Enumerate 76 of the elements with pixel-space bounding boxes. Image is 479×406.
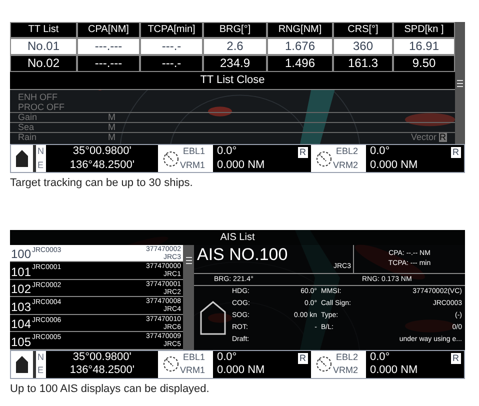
menu-icon[interactable] xyxy=(186,256,192,264)
scrollbar[interactable] xyxy=(183,244,194,350)
ebl-label: EBL2 xyxy=(336,147,358,156)
menu-icon[interactable] xyxy=(457,80,463,86)
table-cell: No.02 xyxy=(10,55,77,72)
table-cell: 234.9 xyxy=(203,55,267,72)
vrm-label: VRM2 xyxy=(333,366,358,376)
column-header: RNG[NM] xyxy=(267,22,333,38)
ebl-label: EBL2 xyxy=(336,352,358,362)
lat-label: N xyxy=(37,147,45,156)
close-button[interactable]: TT List Close xyxy=(10,72,455,90)
column-header: TCPA[min] xyxy=(140,22,203,38)
dial-icon xyxy=(316,150,332,166)
table-cell: 16.91 xyxy=(393,38,455,55)
mode-indicator[interactable]: R xyxy=(298,352,308,364)
mode-indicator[interactable]: R xyxy=(450,352,461,364)
scrollbar[interactable] xyxy=(455,22,465,144)
radar-label: ENH OFF xyxy=(18,92,58,102)
vector-label: Vector xyxy=(410,133,436,142)
dial-icon xyxy=(163,150,179,166)
item-number: 101 xyxy=(10,266,32,278)
item-number: 105 xyxy=(10,336,32,348)
column-header: CPA[NM] xyxy=(77,22,140,38)
table-cell: ---.--- xyxy=(77,38,140,55)
table-cell: 1.676 xyxy=(267,38,333,55)
panel-title: AIS List xyxy=(10,230,465,244)
item-number: 102 xyxy=(10,283,32,296)
mode-label: M xyxy=(108,133,116,142)
ship-icon xyxy=(16,356,28,372)
column-header: BRG[°] xyxy=(203,22,267,38)
ship-icon xyxy=(16,150,28,167)
item-number: 104 xyxy=(10,318,32,331)
ais-title: AIS NO.100 xyxy=(197,244,288,264)
table-cell: 161.3 xyxy=(333,55,393,72)
lon-label: E xyxy=(37,160,44,170)
item-number: 103 xyxy=(10,300,32,314)
mode-label: M xyxy=(108,123,116,132)
table-cell: 2.6 xyxy=(203,38,267,55)
position-display: 35°00.9800' 136°48.2500' xyxy=(46,350,158,378)
lat-label: N xyxy=(37,352,45,362)
ebl-vrm-display: 0.0° 0.000 NM R xyxy=(213,350,311,378)
ebl-label: EBL1 xyxy=(182,352,206,362)
table-cell: 9.50 xyxy=(393,55,455,72)
ship-icon xyxy=(200,300,226,334)
column-header: SPD[kn ] xyxy=(393,22,455,38)
mode-indicator[interactable]: R xyxy=(450,147,461,158)
caption: Target tracking can be up to 30 ships. xyxy=(10,176,194,191)
vrm-label: VRM1 xyxy=(180,366,206,376)
vrm-label: VRM1 xyxy=(180,160,206,170)
caption: Up to 100 AIS displays can be displayed. xyxy=(10,382,210,396)
ebl-vrm-display: 0.0° 0.000 NM R xyxy=(366,145,464,172)
table-cell: 1.496 xyxy=(267,55,333,72)
radar-label: Rain xyxy=(18,133,38,142)
ebl-vrm-display: 0.0° 0.000 NM R xyxy=(213,145,311,172)
mode-indicator[interactable]: R xyxy=(298,147,308,158)
vrm-label: VRM2 xyxy=(333,160,358,170)
item-number: 100 xyxy=(10,248,32,261)
table-row[interactable]: No.01 ---.--- ---.- 2.6 1.676 360 16.91 xyxy=(10,38,455,55)
dial-icon xyxy=(316,356,332,372)
position-display: 35°00.9800' 136°48.2500' xyxy=(46,145,158,172)
table-row[interactable]: No.02 ---.--- ---.- 234.9 1.496 161.3 9.50 xyxy=(10,55,455,72)
table-cell: ---.- xyxy=(140,38,203,55)
radar-label: PROC OFF xyxy=(18,102,66,112)
lon-label: E xyxy=(37,366,44,376)
dial-icon xyxy=(163,356,179,372)
column-header: CRS[°] xyxy=(333,22,393,38)
ebl-vrm-display: 0.0° 0.000 NM R xyxy=(366,350,464,378)
table-cell: 360 xyxy=(333,38,393,55)
column-header: TT List xyxy=(10,22,77,38)
table-cell: No.01 xyxy=(10,38,77,55)
table-cell: ---.--- xyxy=(77,55,140,72)
radar-label: Sea xyxy=(18,123,36,132)
mode-label: M xyxy=(108,113,116,122)
table-cell: ---.- xyxy=(140,55,203,72)
radar-label: Gain xyxy=(18,113,38,122)
ebl-label: EBL1 xyxy=(182,147,206,156)
